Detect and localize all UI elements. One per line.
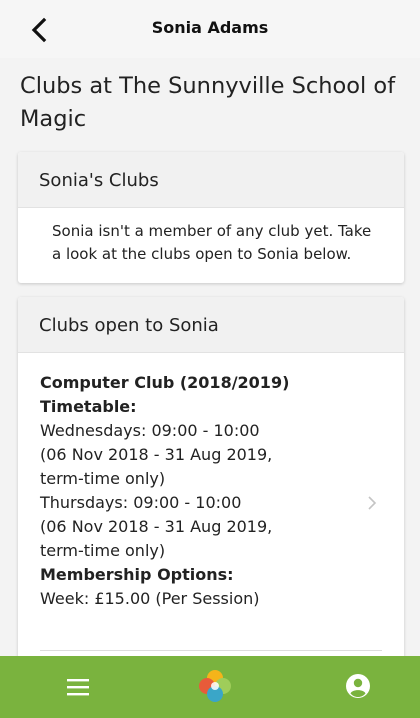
top-bar: Sonia Adams [0, 0, 420, 58]
menu-icon[interactable] [66, 675, 90, 699]
member-clubs-heading: Sonia's Clubs [18, 152, 404, 208]
chevron-right-icon [368, 496, 377, 510]
logo-icon[interactable] [197, 668, 233, 704]
open-clubs-card: Clubs open to Sonia Computer Club (2018/… [18, 297, 404, 667]
club-list-item[interactable]: Computer Club (2018/2019) Timetable: Wed… [18, 353, 404, 611]
timetable-line: (06 Nov 2018 - 31 Aug 2019, [40, 517, 273, 536]
page-title: Clubs at The Sunnyville School of Magic [20, 73, 396, 132]
timetable-line: term-time only) [40, 541, 166, 560]
member-clubs-card: Sonia's Clubs Sonia isn't a member of an… [18, 152, 404, 283]
user-icon[interactable] [345, 673, 371, 699]
membership-options-label: Membership Options: [40, 565, 234, 584]
timetable-line: Thursdays: 09:00 - 10:00 [40, 493, 242, 512]
timetable-line: Wednesdays: 09:00 - 10:00 [40, 421, 260, 440]
membership-option: Week: £15.00 (Per Session) [40, 589, 260, 608]
bottom-nav-bar [0, 656, 420, 718]
no-clubs-message: Sonia isn't a member of any club yet. Ta… [52, 222, 372, 263]
list-divider [40, 650, 382, 651]
timetable-line: (06 Nov 2018 - 31 Aug 2019, [40, 445, 273, 464]
club-name: Computer Club (2018/2019) [40, 373, 290, 392]
header-title: Sonia Adams [151, 18, 269, 37]
timetable-line: term-time only) [40, 469, 166, 488]
open-clubs-heading: Clubs open to Sonia [18, 297, 404, 353]
timetable-label: Timetable: [40, 397, 137, 416]
